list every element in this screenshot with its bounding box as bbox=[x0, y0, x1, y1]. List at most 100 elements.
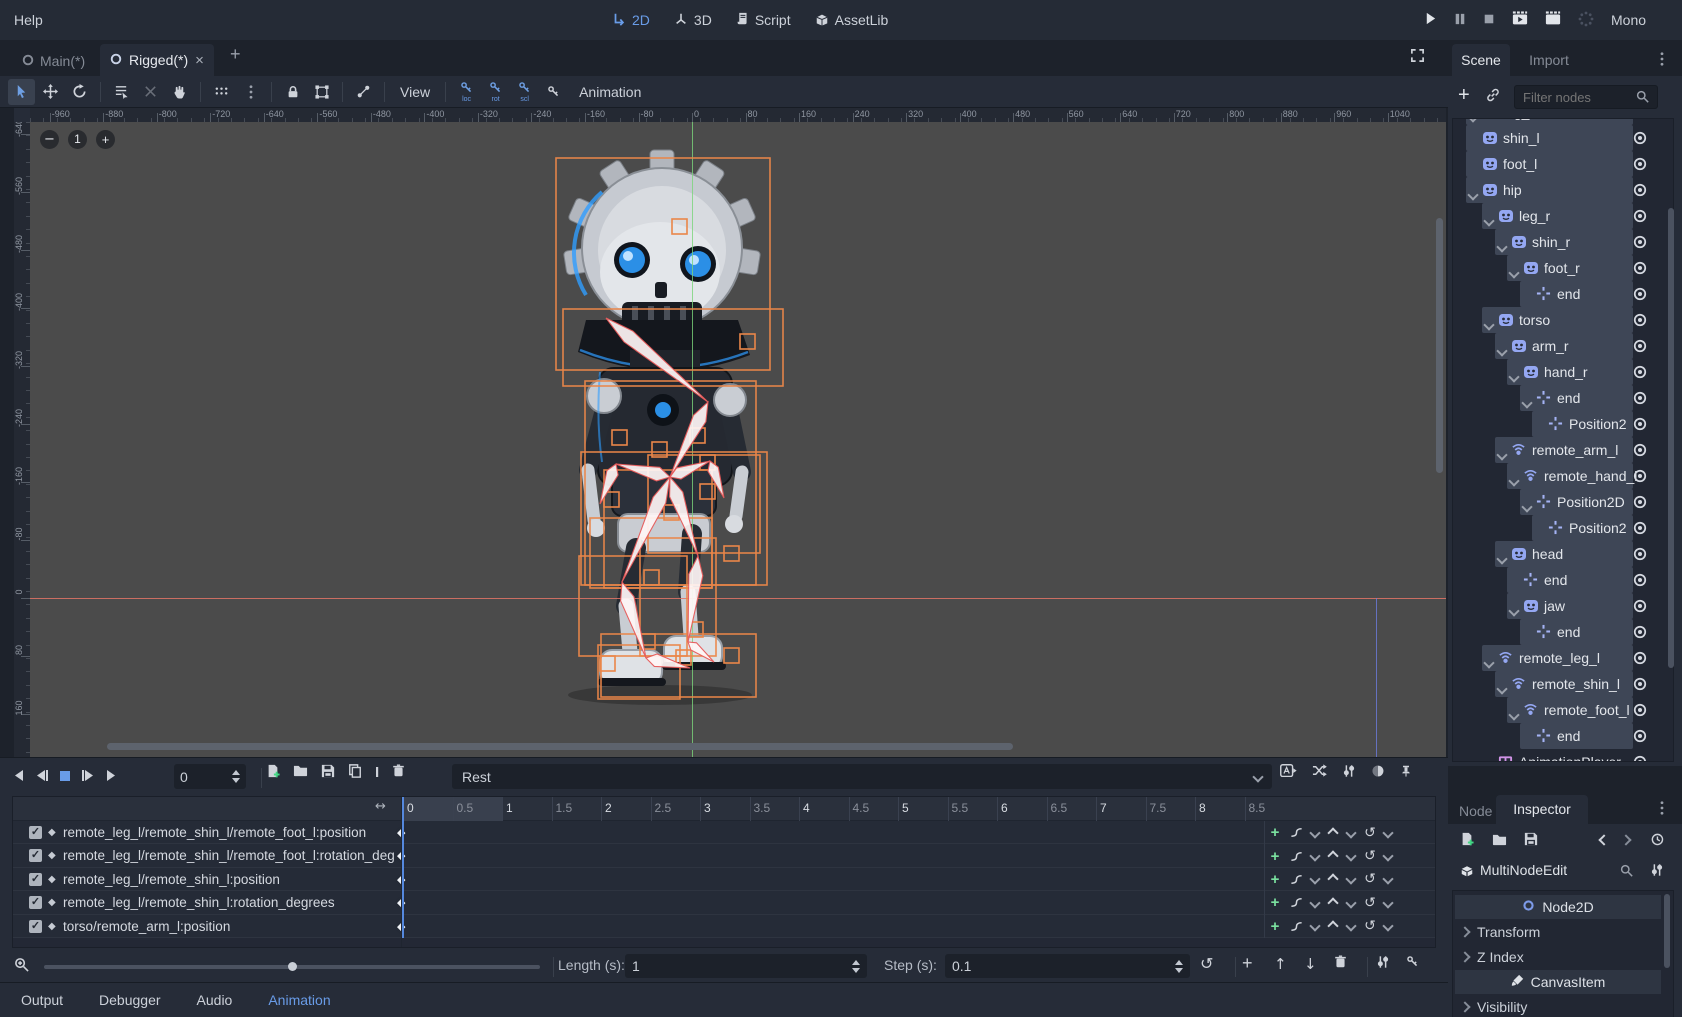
inspector-group-row[interactable]: Visibility bbox=[1461, 995, 1661, 1017]
visibility-toggle-icon[interactable] bbox=[1633, 443, 1647, 457]
loop-wrap-icon[interactable]: ↺ bbox=[1359, 825, 1381, 841]
chevron-down-icon[interactable] bbox=[1307, 922, 1323, 930]
dock-options-icon[interactable] bbox=[1660, 52, 1664, 69]
load-resource-icon[interactable] bbox=[1492, 832, 1507, 850]
add-node-button[interactable]: + bbox=[1458, 84, 1470, 107]
visibility-toggle-icon[interactable] bbox=[1633, 599, 1647, 613]
collapse-arrow-icon[interactable] bbox=[1510, 264, 1518, 280]
chevron-down-icon[interactable] bbox=[1307, 875, 1323, 883]
tree-row[interactable]: foot_r bbox=[1453, 255, 1673, 281]
help-menu[interactable]: Help bbox=[14, 0, 43, 40]
track-enabled-checkbox[interactable]: ✓ bbox=[29, 896, 42, 909]
visibility-toggle-icon[interactable] bbox=[1633, 261, 1647, 275]
tree-row[interactable]: Position2D bbox=[1453, 489, 1673, 515]
key-loc-icon[interactable]: loc bbox=[453, 79, 480, 105]
tree-row[interactable]: hand_r bbox=[1453, 359, 1673, 385]
key-rot-icon[interactable]: rot bbox=[482, 79, 509, 105]
collapse-arrow-icon[interactable] bbox=[1523, 394, 1531, 410]
add-key-icon[interactable]: + bbox=[1265, 918, 1285, 935]
key-scl-icon[interactable]: scl bbox=[511, 79, 538, 105]
chevron-down-icon[interactable] bbox=[1343, 829, 1359, 837]
inspector-group-row[interactable]: Z Index bbox=[1461, 945, 1661, 969]
visibility-toggle-icon[interactable] bbox=[1633, 209, 1647, 223]
tree-row[interactable]: leg_l bbox=[1453, 118, 1673, 125]
loop-wrap-icon[interactable]: ↺ bbox=[1359, 871, 1381, 887]
autoplay-icon[interactable] bbox=[1280, 764, 1297, 780]
delete-animation-icon[interactable] bbox=[392, 764, 405, 780]
save-resource-icon[interactable] bbox=[1524, 832, 1538, 849]
chevron-down-icon[interactable] bbox=[1307, 829, 1323, 837]
play-scene-button[interactable] bbox=[1512, 11, 1528, 28]
scale-tool-icon[interactable] bbox=[137, 79, 164, 105]
tree-row[interactable]: hip bbox=[1453, 177, 1673, 203]
track-enabled-checkbox[interactable]: ✓ bbox=[29, 920, 42, 933]
onion-skinning-icon[interactable] bbox=[1371, 764, 1385, 781]
canvas-hscrollbar[interactable] bbox=[107, 743, 1013, 750]
instance-scene-icon[interactable] bbox=[1486, 88, 1500, 105]
wrap-mode-icon[interactable] bbox=[1323, 829, 1343, 837]
tab-inspector[interactable]: Inspector bbox=[1496, 795, 1588, 824]
interpolation-mode-icon[interactable] bbox=[1285, 920, 1307, 933]
loop-animation-icon[interactable]: ↺ bbox=[1200, 954, 1213, 973]
tree-row[interactable]: head bbox=[1453, 541, 1673, 567]
animation-tools-icon[interactable] bbox=[1342, 764, 1356, 781]
move-tool-icon[interactable] bbox=[37, 79, 64, 105]
add-key-icon[interactable]: + bbox=[1265, 894, 1285, 911]
animation-track[interactable]: ✓◆remote_leg_l/remote_shin_l/remote_foot… bbox=[13, 844, 1436, 867]
collapse-arrow-icon[interactable] bbox=[1485, 316, 1493, 332]
animation-name-dropdown[interactable]: Rest bbox=[452, 764, 1272, 789]
collapse-arrow-icon[interactable] bbox=[1498, 342, 1506, 358]
chevron-down-icon[interactable] bbox=[1343, 875, 1359, 883]
tree-scrollbar[interactable] bbox=[1668, 208, 1674, 668]
tree-row[interactable]: end bbox=[1453, 567, 1673, 593]
visibility-toggle-icon[interactable] bbox=[1633, 651, 1647, 665]
visibility-toggle-icon[interactable] bbox=[1633, 287, 1647, 301]
animation-track[interactable]: ✓◆remote_leg_l/remote_shin_l:position◆+↺ bbox=[13, 868, 1436, 891]
visibility-toggle-icon[interactable] bbox=[1633, 417, 1647, 431]
tree-row[interactable]: remote_foot_l bbox=[1453, 697, 1673, 723]
visibility-toggle-icon[interactable] bbox=[1633, 118, 1647, 119]
update-spinner-icon[interactable] bbox=[1578, 11, 1594, 30]
visibility-toggle-icon[interactable] bbox=[1633, 235, 1647, 249]
new-tab-button[interactable]: + bbox=[230, 44, 241, 65]
interpolation-mode-icon[interactable] bbox=[1285, 896, 1307, 909]
visibility-toggle-icon[interactable] bbox=[1633, 755, 1647, 762]
tab-rigged-scene[interactable]: Rigged(*) × bbox=[100, 44, 214, 76]
visibility-toggle-icon[interactable] bbox=[1633, 469, 1647, 483]
interpolation-mode-icon[interactable] bbox=[1285, 850, 1307, 863]
tab-node[interactable]: Node bbox=[1459, 803, 1492, 819]
history-back-icon[interactable] bbox=[1598, 834, 1609, 845]
workspace-3d-button[interactable]: 3D bbox=[674, 12, 712, 29]
tree-row[interactable]: jaw bbox=[1453, 593, 1673, 619]
add-key-icon[interactable]: + bbox=[1265, 871, 1285, 888]
view-menu-button[interactable]: View bbox=[392, 79, 438, 105]
play-button[interactable] bbox=[1424, 12, 1437, 28]
inspector-group-row[interactable]: Transform bbox=[1461, 920, 1661, 944]
rename-animation-icon[interactable]: I bbox=[375, 764, 379, 781]
distraction-free-icon[interactable] bbox=[1410, 48, 1425, 66]
canvas-viewport[interactable]: − 1 + bbox=[30, 122, 1446, 757]
wrap-mode-icon[interactable] bbox=[1323, 922, 1343, 930]
loop-wrap-icon[interactable]: ↺ bbox=[1359, 918, 1381, 934]
tree-row[interactable]: end bbox=[1453, 281, 1673, 307]
play-backwards-icon[interactable] bbox=[12, 769, 25, 785]
visibility-toggle-icon[interactable] bbox=[1633, 703, 1647, 717]
edit-transitions-icon[interactable] bbox=[1312, 763, 1327, 781]
chevron-down-icon[interactable] bbox=[1307, 899, 1323, 907]
visibility-toggle-icon[interactable] bbox=[1633, 157, 1647, 171]
visibility-toggle-icon[interactable] bbox=[1633, 547, 1647, 561]
edit-tracks-icon[interactable] bbox=[1376, 955, 1390, 972]
workspace-assetlib-button[interactable]: AssetLib bbox=[815, 12, 889, 29]
collapse-arrow-icon[interactable] bbox=[1510, 472, 1518, 488]
tab-scene[interactable]: Scene bbox=[1452, 44, 1510, 76]
new-resource-icon[interactable] bbox=[1460, 832, 1474, 849]
new-animation-icon[interactable] bbox=[266, 764, 280, 781]
duplicate-animation-icon[interactable] bbox=[348, 764, 362, 781]
tree-row[interactable]: Position2 bbox=[1453, 411, 1673, 437]
zoom-out-button[interactable]: − bbox=[40, 130, 59, 149]
inspector-search-icon[interactable] bbox=[1620, 864, 1633, 880]
inspector-options-icon[interactable] bbox=[1660, 801, 1664, 818]
tab-import[interactable]: Import bbox=[1518, 44, 1580, 76]
visibility-toggle-icon[interactable] bbox=[1633, 391, 1647, 405]
visibility-toggle-icon[interactable] bbox=[1633, 625, 1647, 639]
